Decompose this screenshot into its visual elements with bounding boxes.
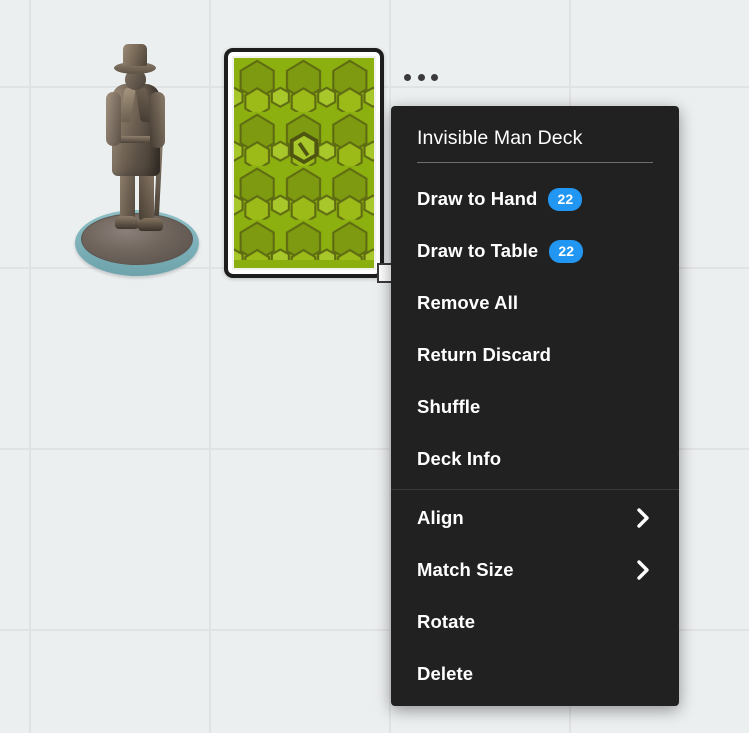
menu-item-rotate[interactable]: Rotate: [391, 596, 679, 648]
menu-item-delete[interactable]: Delete: [391, 648, 679, 700]
figure-arm-left: [106, 92, 121, 146]
menu-item-label: Return Discard: [417, 344, 552, 365]
chevron-right-icon: [636, 559, 651, 581]
hexagon-pattern-icon: [234, 58, 374, 261]
menu-item-label: Draw to Table: [417, 240, 539, 261]
deck-context-menu[interactable]: Invisible Man Deck Draw to Hand 22 Draw …: [391, 106, 679, 706]
menu-item-deck-info[interactable]: Deck Info: [391, 433, 679, 485]
ellipsis-dot: [404, 73, 411, 81]
ellipsis-dot: [417, 73, 425, 81]
draw-to-hand-count-badge: 22: [548, 187, 583, 211]
context-menu-title: Invisible Man Deck: [417, 127, 583, 149]
menu-item-label: Rotate: [417, 611, 476, 632]
menu-item-label: Align: [417, 507, 464, 528]
miniature-figure-token[interactable]: [62, 40, 220, 278]
menu-item-draw-to-table[interactable]: Draw to Table 22: [391, 225, 679, 277]
menu-item-label: Remove All: [417, 292, 519, 313]
menu-item-label: Draw to Hand: [417, 188, 538, 209]
context-menu-divider: [391, 489, 679, 490]
ellipsis-dot: [431, 73, 438, 81]
menu-item-shuffle[interactable]: Shuffle: [391, 381, 679, 433]
figure-shoe-right: [138, 218, 163, 231]
ellipsis-horizontal-icon[interactable]: [404, 69, 438, 85]
menu-item-label: Delete: [417, 663, 474, 684]
menu-item-remove-all[interactable]: Remove All: [391, 277, 679, 329]
miniature-figure-body: [102, 40, 174, 236]
figure-leg-right: [139, 170, 154, 222]
card-back-art: [232, 56, 376, 270]
context-menu-title-divider: [417, 162, 653, 163]
menu-item-align[interactable]: Align: [391, 492, 679, 544]
draw-to-table-count-badge: 22: [549, 239, 584, 263]
tabletop-canvas[interactable]: Invisible Man Deck Draw to Hand 22 Draw …: [0, 0, 749, 733]
grid-line-vertical: [29, 0, 31, 733]
chevron-right-icon: [636, 507, 651, 529]
menu-item-match-size[interactable]: Match Size: [391, 544, 679, 596]
menu-item-label: Deck Info: [417, 448, 502, 469]
menu-item-label: Match Size: [417, 559, 514, 580]
menu-item-draw-to-hand[interactable]: Draw to Hand 22: [391, 173, 679, 225]
menu-item-label: Shuffle: [417, 396, 481, 417]
figure-leg-left: [120, 170, 135, 222]
invisible-man-deck-card[interactable]: [224, 48, 384, 278]
figure-arm-right: [150, 92, 165, 148]
figure-shoe-left: [115, 216, 139, 229]
menu-item-return-discard[interactable]: Return Discard: [391, 329, 679, 381]
figure-hat-crown: [123, 44, 147, 66]
